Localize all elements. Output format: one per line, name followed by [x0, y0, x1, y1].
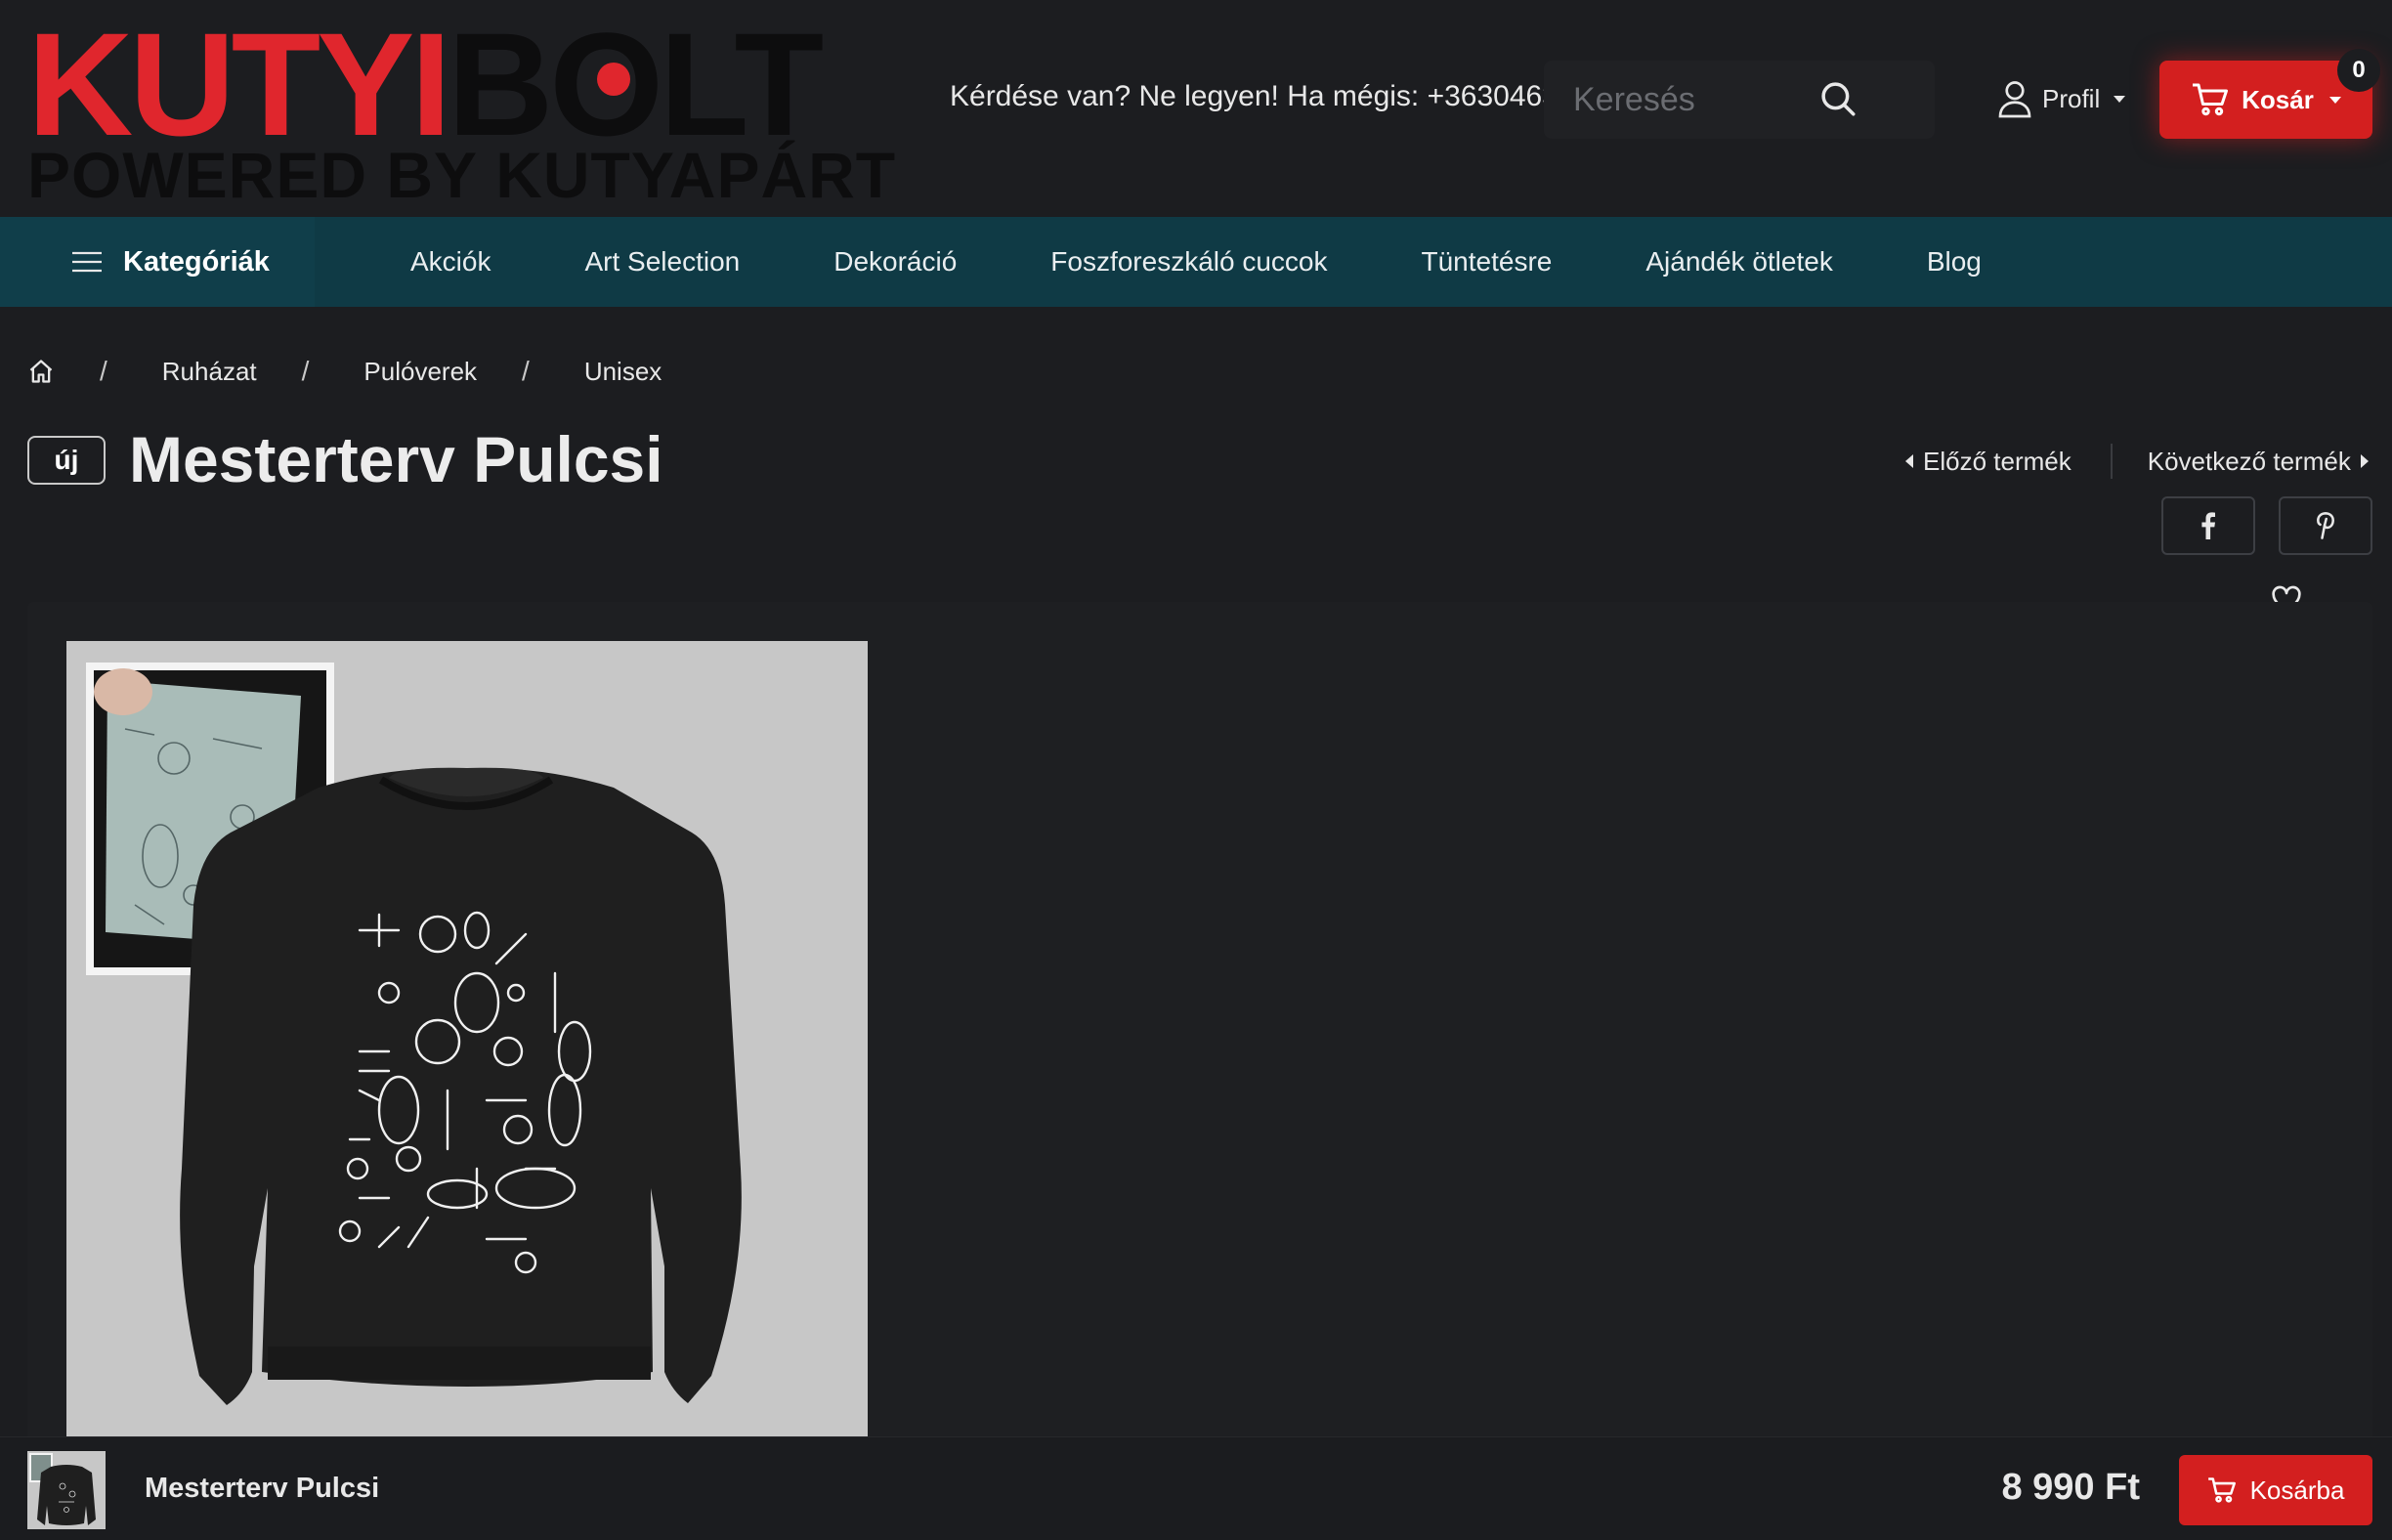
breadcrumb-item-unisex[interactable]: Unisex	[584, 357, 662, 387]
facebook-icon	[2201, 512, 2215, 539]
chevron-down-icon	[2328, 96, 2341, 104]
breadcrumb-item-ruhazat[interactable]: Ruházat	[162, 357, 257, 387]
chevron-down-icon	[2114, 95, 2126, 103]
pinterest-icon	[2317, 512, 2334, 539]
chevron-left-icon	[1905, 454, 1913, 468]
nav-link-blog[interactable]: Blog	[1927, 246, 1982, 278]
sweater-thumbnail-image	[27, 1451, 106, 1529]
sticky-product-name: Mesterterv Pulcsi	[145, 1473, 380, 1504]
main-navigation: Kategóriák Akciók Art Selection Dekoráci…	[0, 217, 2392, 307]
product-thumbnail[interactable]	[27, 1451, 106, 1529]
nav-link-akciok[interactable]: Akciók	[410, 246, 491, 278]
breadcrumb-separator: /	[100, 356, 107, 386]
add-to-cart-button[interactable]: Kosárba	[2179, 1455, 2372, 1525]
nav-links: Akciók Art Selection Dekoráció Foszfores…	[410, 217, 2075, 307]
cart-icon	[2207, 1477, 2236, 1503]
search-input[interactable]	[1573, 78, 1817, 121]
site-header: KUTYIBOLT POWERED BY KUTYAPÁRT Kérdése v…	[0, 0, 2392, 217]
previous-product-label: Előző termék	[1923, 446, 2072, 476]
sweater-image	[66, 641, 868, 1436]
profile-label: Profil	[2042, 83, 2101, 113]
facebook-share-button[interactable]	[2161, 496, 2255, 555]
product-pagination: Előző termék Következő termék	[1905, 442, 2374, 481]
previous-product-link[interactable]: Előző termék	[1905, 447, 2072, 477]
breadcrumb-separator: /	[301, 356, 310, 386]
breadcrumb-item-puloverek[interactable]: Pulóverek	[363, 357, 477, 387]
nav-link-tuntetesre[interactable]: Tüntetésre	[1422, 246, 1553, 278]
categories-menu-button[interactable]: Kategóriák	[0, 217, 315, 307]
nav-link-art-selection[interactable]: Art Selection	[584, 246, 740, 278]
chevron-right-icon	[2360, 454, 2369, 468]
product-main-image[interactable]	[66, 641, 868, 1436]
nav-link-foszforeszkalo[interactable]: Foszforeszkáló cuccok	[1050, 246, 1327, 278]
next-product-label: Következő termék	[2147, 446, 2351, 476]
search-icon	[1821, 81, 1856, 115]
profile-menu[interactable]: Profil	[1997, 74, 2126, 123]
search-box	[1544, 61, 1935, 139]
sticky-product-bar: Mesterterv Pulcsi 8 990 Ft Kosárba	[0, 1436, 2392, 1540]
contact-phone-text: Kérdése van? Ne legyen! Ha mégis: +36304…	[950, 80, 1546, 112]
product-price: 8 990 Ft	[2001, 1467, 2140, 1508]
next-product-link[interactable]: Következő termék	[2148, 447, 2369, 477]
home-icon[interactable]	[27, 358, 55, 385]
site-logo[interactable]: KUTYIBOLT POWERED BY KUTYAPÁRT	[27, 11, 895, 209]
pinterest-share-button[interactable]	[2279, 496, 2372, 555]
product-title: Mesterterv Pulcsi	[129, 423, 663, 495]
cart-icon	[2193, 83, 2229, 116]
logo-tagline: POWERED BY KUTYAPÁRT	[27, 139, 897, 211]
nav-link-dekoracio[interactable]: Dekoráció	[833, 246, 957, 278]
breadcrumb-separator: /	[522, 356, 530, 386]
cart-label: Kosár	[2242, 84, 2314, 114]
nav-link-ajandek-otletek[interactable]: Ajándék ötletek	[1645, 246, 1832, 278]
categories-label: Kategóriák	[123, 245, 270, 278]
search-button[interactable]	[1804, 70, 1872, 129]
new-badge: új	[27, 436, 106, 485]
logo-wordmark: KUTYIBOLT	[27, 11, 824, 157]
cart-count-badge: 0	[2337, 49, 2380, 92]
add-to-cart-label: Kosárba	[2249, 1475, 2345, 1505]
logo-dot	[597, 63, 630, 96]
user-icon	[1998, 81, 2031, 118]
cart-button[interactable]: Kosár 0	[2159, 49, 2380, 139]
breadcrumb: / Ruházat / Pulóverek / Unisex	[27, 352, 662, 391]
menu-icon	[72, 251, 102, 273]
pagination-divider	[2110, 444, 2113, 479]
